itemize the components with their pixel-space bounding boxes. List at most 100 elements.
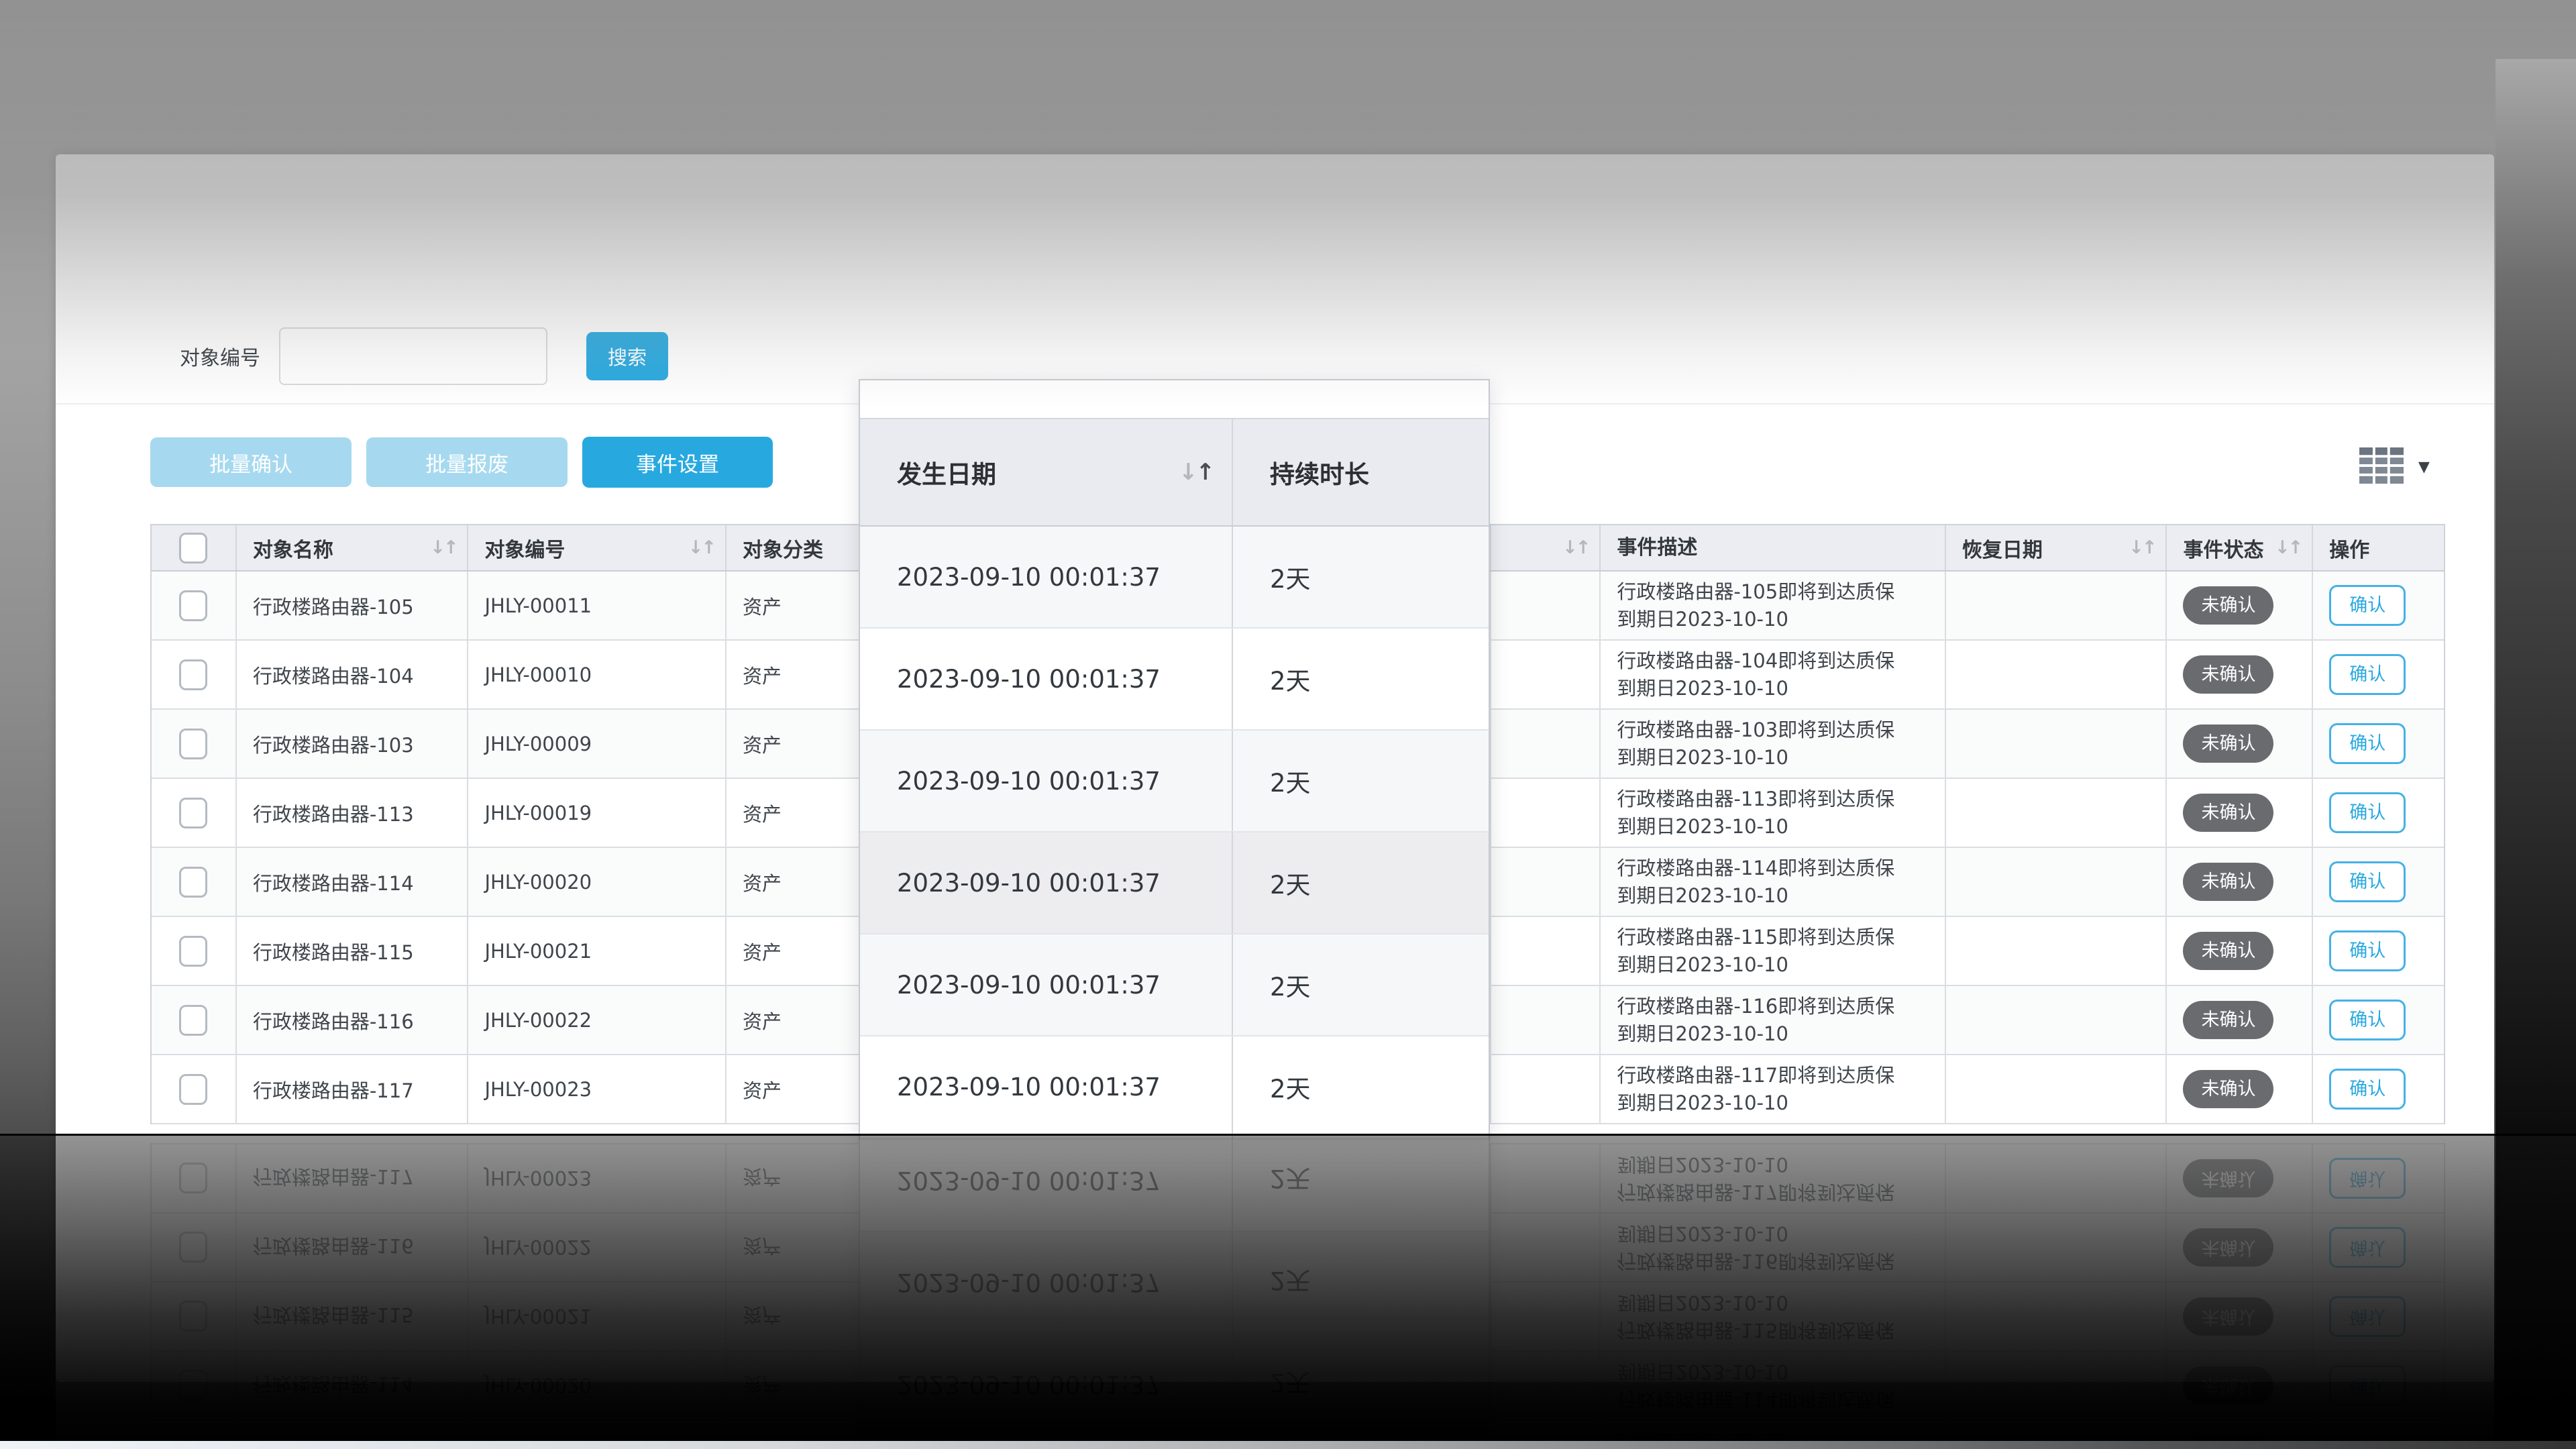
sort-icon[interactable]: ↓↑ xyxy=(688,537,714,558)
batch-scrap-button[interactable]: 批量报废 xyxy=(366,437,568,487)
event-desc-cell: 行政楼路由器-113即将到达质保到期日2023-10-10 xyxy=(1599,779,1944,847)
duration-cell: 2天 xyxy=(1232,527,1489,627)
search-input[interactable] xyxy=(279,327,547,385)
row-checkbox[interactable] xyxy=(179,659,207,690)
panel-body: 2023-09-10 00:01:37 2天 2023-09-10 00:01:… xyxy=(860,527,1489,1138)
search-bar: 对象编号 搜索 xyxy=(180,326,668,386)
row-checkbox[interactable] xyxy=(179,1005,207,1036)
status-badge: 未确认 xyxy=(2183,1001,2273,1039)
duration-cell: 2天 xyxy=(1232,833,1489,933)
hidden-cell xyxy=(1490,779,1600,847)
panel-row: 2023-09-10 00:01:37 2天 xyxy=(860,629,1489,731)
occur-date-cell: 2023-09-10 00:01:37 xyxy=(860,1036,1232,1137)
hidden-cell xyxy=(1490,572,1600,639)
video-frame: 对象编号 搜索 批量确认 批量报废 事件设置 xyxy=(0,0,2576,1449)
panel-top-padding xyxy=(860,380,1489,418)
status-badge: 未确认 xyxy=(2183,932,2273,970)
column-header-recover-date[interactable]: 恢复日期 ↓↑ xyxy=(1945,525,2166,570)
object-code-cell: JHLY-00021 xyxy=(467,917,725,985)
row-checkbox[interactable] xyxy=(179,936,207,967)
object-code-cell: JHLY-00023 xyxy=(467,1055,725,1123)
confirm-button[interactable]: 确认 xyxy=(2329,861,2406,902)
status-badge: 未确认 xyxy=(2183,863,2273,901)
confirm-button[interactable]: 确认 xyxy=(2329,930,2406,971)
object-code-cell: JHLY-00011 xyxy=(467,572,725,639)
confirm-button[interactable]: 确认 xyxy=(2329,792,2406,833)
batch-confirm-button[interactable]: 批量确认 xyxy=(150,437,352,487)
duration-cell: 2天 xyxy=(1232,1036,1489,1137)
scene-content: 对象编号 搜索 批量确认 批量报废 事件设置 xyxy=(0,0,2576,1449)
panel-row: 2023-09-10 00:01:37 2天 xyxy=(860,833,1489,934)
column-header-action: 操作 xyxy=(2312,525,2444,570)
column-header-occur-date[interactable]: 发生日期 ↓↑ xyxy=(860,419,1232,525)
panel-row: 2023-09-10 00:01:37 2天 xyxy=(860,934,1489,1036)
duration-cell: 2天 xyxy=(1232,629,1489,729)
event-desc-cell: 行政楼路由器-115即将到达质保到期日2023-10-10 xyxy=(1599,917,1944,985)
confirm-button[interactable]: 确认 xyxy=(2329,1000,2406,1040)
hidden-cell xyxy=(1490,917,1600,985)
recover-date-cell xyxy=(1945,986,2166,1054)
panel-header-row: 发生日期 ↓↑ 持续时长 xyxy=(860,418,1489,527)
occur-date-cell: 2023-09-10 00:01:37 xyxy=(860,934,1232,1035)
object-code-cell: JHLY-00009 xyxy=(467,710,725,777)
hidden-cell xyxy=(1490,641,1600,708)
object-code-cell: JHLY-00020 xyxy=(467,848,725,916)
status-badge: 未确认 xyxy=(2183,794,2273,832)
recover-date-cell xyxy=(1945,572,2166,639)
recover-date-cell xyxy=(1945,710,2166,777)
search-button[interactable]: 搜索 xyxy=(586,332,668,380)
duration-cell: 2天 xyxy=(1232,934,1489,1035)
status-badge: 未确认 xyxy=(2183,724,2273,763)
row-checkbox[interactable] xyxy=(179,1074,207,1105)
recover-date-cell xyxy=(1945,641,2166,708)
object-name-cell: 行政楼路由器-113 xyxy=(235,779,468,847)
event-settings-button[interactable]: 事件设置 xyxy=(582,437,773,488)
confirm-button[interactable]: 确认 xyxy=(2329,723,2406,764)
confirm-button[interactable]: 确认 xyxy=(2329,1069,2406,1110)
event-desc-cell: 行政楼路由器-104即将到达质保到期日2023-10-10 xyxy=(1599,641,1944,708)
column-header-object-code[interactable]: 对象编号 ↓↑ xyxy=(467,525,725,570)
hidden-cell xyxy=(1490,848,1600,916)
toolbar: 批量确认 批量报废 事件设置 xyxy=(150,437,773,488)
object-name-cell: 行政楼路由器-115 xyxy=(235,917,468,985)
panel-row: 2023-09-10 00:01:37 2天 xyxy=(860,731,1489,833)
event-desc-cell: 行政楼路由器-116即将到达质保到期日2023-10-10 xyxy=(1599,986,1944,1054)
sort-icon[interactable]: ↓↑ xyxy=(1562,537,1589,558)
row-checkbox[interactable] xyxy=(179,867,207,898)
column-header-event-status[interactable]: 事件状态 ↓↑ xyxy=(2165,525,2312,570)
occur-date-cell: 2023-09-10 00:01:37 xyxy=(860,629,1232,729)
event-desc-cell: 行政楼路由器-105即将到达质保到期日2023-10-10 xyxy=(1599,572,1944,639)
event-desc-cell: 行政楼路由器-114即将到达质保到期日2023-10-10 xyxy=(1599,848,1944,916)
column-header-event-desc: 事件描述 xyxy=(1599,525,1944,570)
confirm-button[interactable]: 确认 xyxy=(2329,654,2406,695)
row-checkbox[interactable] xyxy=(179,798,207,828)
view-toggle-button[interactable]: ▾ xyxy=(2359,443,2430,490)
object-code-cell: JHLY-00019 xyxy=(467,779,725,847)
recover-date-cell xyxy=(1945,917,2166,985)
row-checkbox[interactable] xyxy=(179,590,207,621)
hidden-cell xyxy=(1490,710,1600,777)
chevron-down-icon: ▾ xyxy=(2418,453,2430,480)
grid-view-icon xyxy=(2359,447,2404,486)
status-badge: 未确认 xyxy=(2183,655,2273,694)
row-checkbox[interactable] xyxy=(179,729,207,759)
object-code-cell: JHLY-00022 xyxy=(467,986,725,1054)
sort-icon[interactable]: ↓↑ xyxy=(2275,537,2301,558)
panel-row: 2023-09-10 00:01:37 2天 xyxy=(860,1036,1489,1138)
sort-icon[interactable]: ↓↑ xyxy=(1179,459,1213,486)
column-header-duration[interactable]: 持续时长 xyxy=(1232,419,1489,525)
confirm-button[interactable]: 确认 xyxy=(2329,585,2406,626)
duration-cell: 2天 xyxy=(1232,731,1489,831)
panel-row: 2023-09-10 00:01:37 2天 xyxy=(860,527,1489,629)
sort-icon[interactable]: ↓↑ xyxy=(430,537,456,558)
hidden-cell xyxy=(1490,986,1600,1054)
object-code-cell: JHLY-00010 xyxy=(467,641,725,708)
hidden-cell xyxy=(1490,1055,1600,1123)
column-header-hidden[interactable]: ↓↑ xyxy=(1490,525,1600,570)
sort-icon[interactable]: ↓↑ xyxy=(2129,537,2155,558)
column-header-object-name[interactable]: 对象名称 ↓↑ xyxy=(235,525,468,570)
object-name-cell: 行政楼路由器-114 xyxy=(235,848,468,916)
select-all-checkbox[interactable] xyxy=(179,533,207,564)
event-desc-cell: 行政楼路由器-117即将到达质保到期日2023-10-10 xyxy=(1599,1055,1944,1123)
recover-date-cell xyxy=(1945,848,2166,916)
